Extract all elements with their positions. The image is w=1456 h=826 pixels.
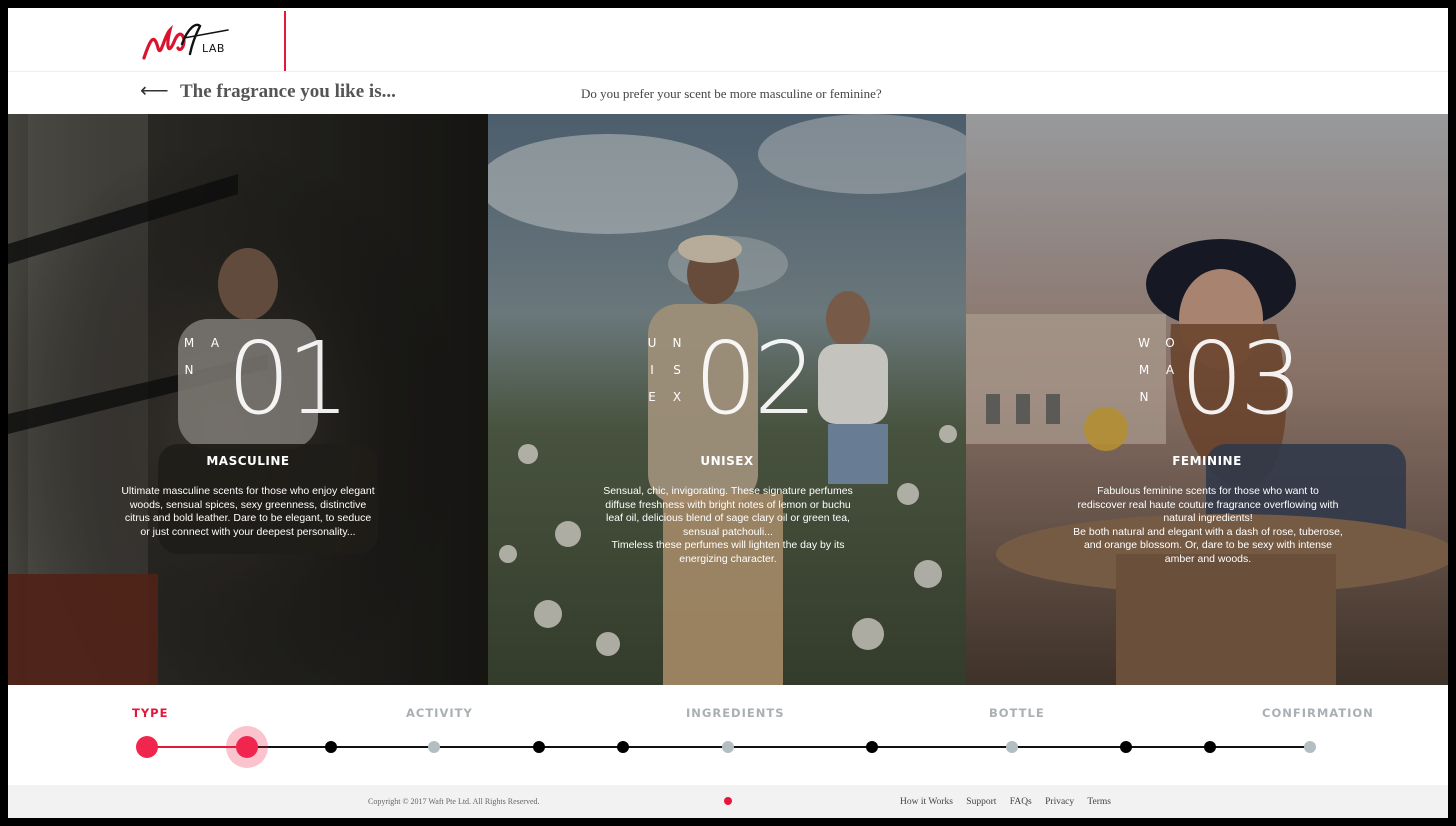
footer-link-privacy[interactable]: Privacy <box>1045 797 1074 807</box>
step-confirmation[interactable]: CONFIRMATION <box>1262 706 1374 720</box>
option-number: 02 <box>694 320 817 437</box>
option-number: 01 <box>227 320 350 437</box>
progress-stepper: TYPE ACTIVITY INGREDIENTS BOTTLE CONFIRM… <box>8 685 1448 785</box>
question-text: Do you prefer your scent be more masculi… <box>581 86 882 101</box>
option-title: MASCULINE <box>206 454 290 468</box>
option-description: Sensual, chic, invigorating. These signa… <box>603 485 853 565</box>
logo-lab-text: LAB <box>202 42 225 55</box>
progress-dot[interactable] <box>1120 741 1132 753</box>
option-unisex[interactable]: U N I S E X 02 UNISEX Sensual, chic, inv… <box>488 114 966 685</box>
step-type[interactable]: TYPE <box>132 706 168 720</box>
footer-links: How it Works Support FAQs Privacy Terms <box>900 797 1122 807</box>
top-bar: LAB <box>8 8 1448 72</box>
app-window: LAB ⟵ The fragrance you like is... Do yo… <box>8 8 1448 818</box>
option-description: Ultimate masculine scents for those who … <box>121 485 375 538</box>
progress-dot-bottle[interactable] <box>1006 741 1018 753</box>
progress-dot[interactable] <box>533 741 545 753</box>
copyright-text: Copyright © 2017 Waft Pte Ltd. All Right… <box>368 797 540 806</box>
logo-divider <box>284 11 286 71</box>
footer-link-faqs[interactable]: FAQs <box>1010 797 1032 807</box>
footer: Copyright © 2017 Waft Pte Ltd. All Right… <box>8 785 1448 818</box>
option-masculine[interactable]: M A N 01 MASCULINE Ultimate masculine sc… <box>8 114 488 685</box>
progress-dot-current[interactable] <box>236 736 258 758</box>
footer-link-how-it-works[interactable]: How it Works <box>900 797 953 807</box>
progress-dot-start[interactable] <box>136 736 158 758</box>
step-bottle[interactable]: BOTTLE <box>989 706 1045 720</box>
option-title: FEMININE <box>1172 454 1242 468</box>
option-title: UNISEX <box>700 454 754 468</box>
option-number: 03 <box>1180 320 1303 437</box>
fragrance-options: M A N 01 MASCULINE Ultimate masculine sc… <box>8 114 1448 685</box>
progress-dot[interactable] <box>866 741 878 753</box>
footer-accent-dot <box>724 797 732 805</box>
waft-logo[interactable]: LAB <box>140 18 235 66</box>
progress-dot[interactable] <box>325 741 337 753</box>
footer-link-support[interactable]: Support <box>966 797 996 807</box>
progress-dot-ingredients[interactable] <box>722 741 734 753</box>
option-description: Fabulous feminine scents for those who w… <box>1073 485 1343 565</box>
progress-dot[interactable] <box>1204 741 1216 753</box>
step-ingredients[interactable]: INGREDIENTS <box>686 706 785 720</box>
progress-dot[interactable] <box>617 741 629 753</box>
footer-link-terms[interactable]: Terms <box>1087 797 1111 807</box>
step-activity[interactable]: ACTIVITY <box>406 706 473 720</box>
page-title: The fragrance you like is... <box>180 81 396 102</box>
progress-dot-activity[interactable] <box>428 741 440 753</box>
sub-header: ⟵ The fragrance you like is... Do you pr… <box>8 72 1448 113</box>
option-feminine[interactable]: W O M A N 03 FEMININE Fabulous feminine … <box>966 114 1448 685</box>
back-arrow-icon[interactable]: ⟵ <box>140 81 169 101</box>
progress-dot-confirmation[interactable] <box>1304 741 1316 753</box>
